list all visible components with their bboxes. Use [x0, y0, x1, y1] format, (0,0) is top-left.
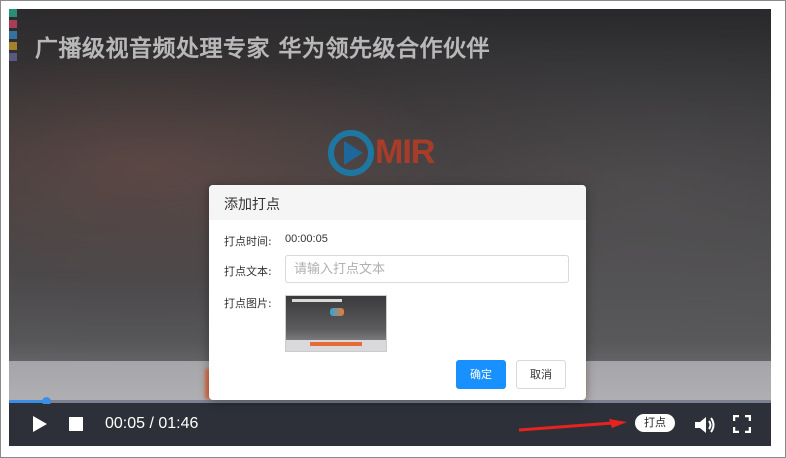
control-bar: 00:05 / 01:46 打点: [9, 404, 771, 446]
dialog-header: 添加打点: [209, 185, 586, 220]
thumbnail-title-line: [292, 299, 342, 302]
video-player[interactable]: 广播级视音频处理专家 华为领先级合作伙伴 MIR 00:05 / 01:46 打…: [9, 9, 771, 446]
marker-image-thumbnail: [285, 295, 387, 352]
marker-text-input[interactable]: [285, 255, 569, 283]
marker-text-label: 打点文本:: [224, 265, 272, 278]
confirm-button[interactable]: 确定: [456, 360, 506, 389]
play-icon[interactable]: [33, 416, 47, 432]
stop-icon[interactable]: [69, 417, 83, 431]
volume-icon[interactable]: [693, 414, 717, 436]
screenshot-frame: 广播级视音频处理专家 华为领先级合作伙伴 MIR 00:05 / 01:46 打…: [0, 0, 786, 458]
marker-image-label: 打点图片:: [224, 297, 272, 310]
dialog-title: 添加打点: [224, 197, 280, 213]
progress-bar[interactable]: [9, 397, 771, 406]
progress-fill: [9, 400, 46, 403]
time-display: 00:05 / 01:46: [105, 415, 199, 432]
mark-button[interactable]: 打点: [635, 414, 675, 432]
thumbnail-logo: [330, 308, 344, 316]
annotation-arrow-icon: [518, 419, 627, 432]
fullscreen-icon[interactable]: [732, 414, 752, 434]
cancel-button[interactable]: 取消: [516, 360, 566, 389]
add-marker-dialog: 添加打点 打点时间: 00:00:05 打点文本: 打点图片: 确定 取消: [209, 185, 586, 400]
marker-time-value: 00:00:05: [285, 233, 328, 245]
thumbnail-caption: [310, 342, 362, 346]
marker-time-label: 打点时间:: [224, 235, 272, 248]
